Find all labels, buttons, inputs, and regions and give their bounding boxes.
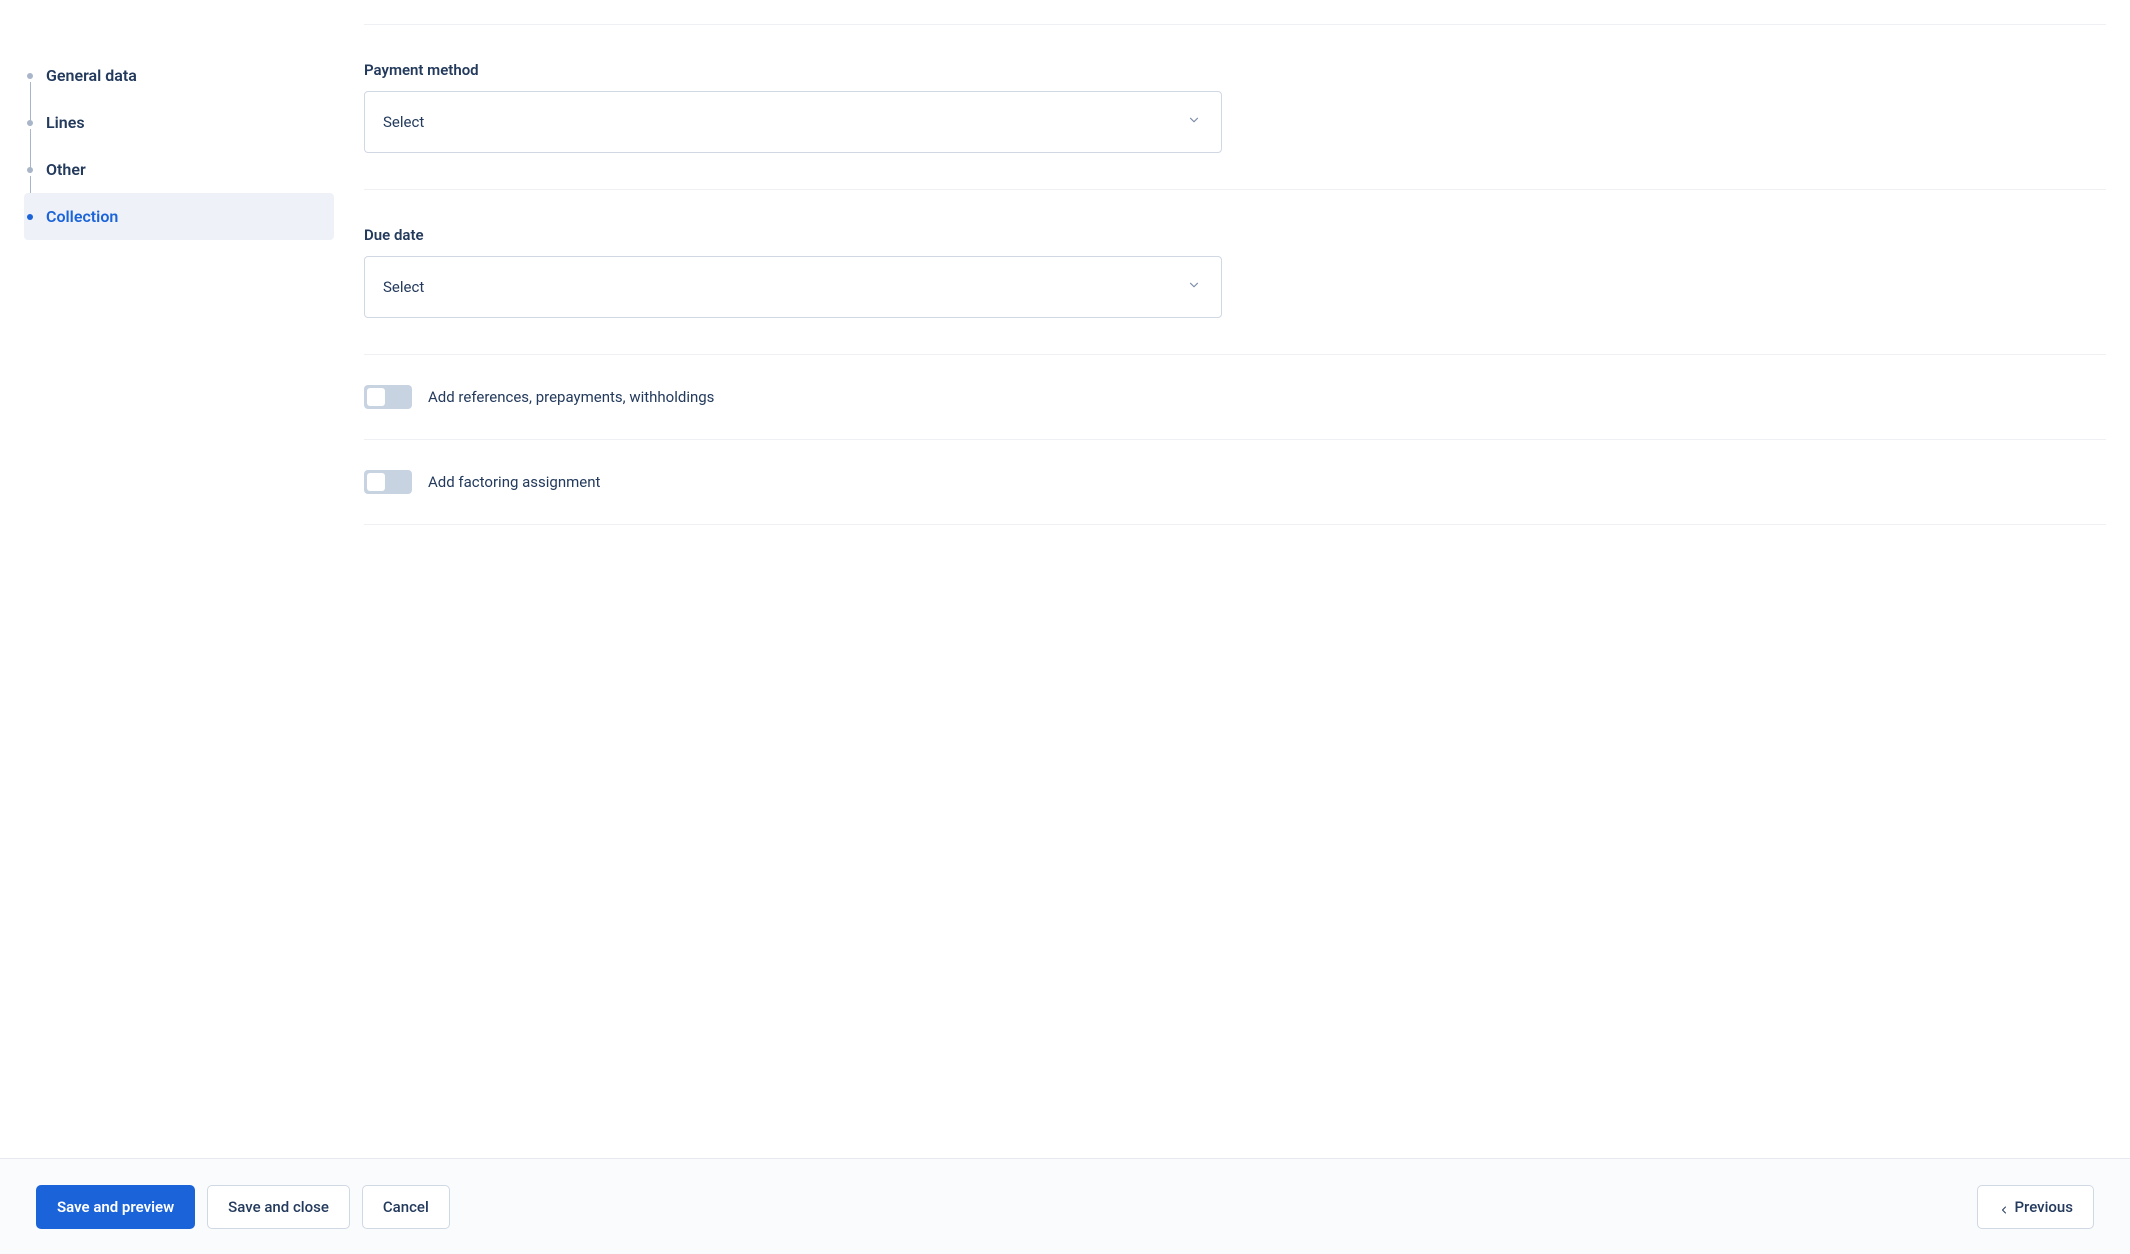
due-date-value: Select (383, 278, 424, 296)
nav-item-general-data[interactable]: General data (24, 52, 334, 99)
nav-label: Lines (46, 113, 85, 132)
nav-item-collection[interactable]: Collection (24, 193, 334, 240)
references-toggle-label: Add references, prepayments, withholding… (428, 388, 714, 406)
cancel-button[interactable]: Cancel (362, 1185, 450, 1229)
main-content: Payment method Select Due date Select (334, 24, 2106, 525)
save-close-button[interactable]: Save and close (207, 1185, 350, 1229)
nav-item-other[interactable]: Other (24, 146, 334, 193)
toggle-knob (367, 473, 385, 491)
nav-label: Collection (46, 207, 118, 226)
chevron-down-icon (1187, 113, 1201, 131)
references-toggle[interactable] (364, 385, 412, 409)
payment-method-section: Payment method Select (364, 25, 2106, 190)
sidebar-nav: General data Lines Other Collection (24, 24, 334, 525)
previous-button[interactable]: Previous (1977, 1185, 2094, 1229)
due-date-label: Due date (364, 226, 2106, 244)
nav-label: General data (46, 66, 137, 85)
references-section: Add references, prepayments, withholding… (364, 355, 2106, 440)
toggle-knob (367, 388, 385, 406)
save-preview-button[interactable]: Save and preview (36, 1185, 195, 1229)
nav-label: Other (46, 160, 86, 179)
payment-method-label: Payment method (364, 61, 2106, 79)
payment-method-select[interactable]: Select (364, 91, 1222, 153)
factoring-toggle-label: Add factoring assignment (428, 473, 600, 491)
chevron-left-icon (1998, 1202, 2008, 1212)
factoring-section: Add factoring assignment (364, 440, 2106, 525)
chevron-down-icon (1187, 278, 1201, 296)
payment-method-value: Select (383, 113, 424, 131)
factoring-toggle[interactable] (364, 470, 412, 494)
due-date-section: Due date Select (364, 190, 2106, 355)
footer-bar: Save and preview Save and close Cancel P… (0, 1158, 2130, 1254)
nav-item-lines[interactable]: Lines (24, 99, 334, 146)
due-date-select[interactable]: Select (364, 256, 1222, 318)
